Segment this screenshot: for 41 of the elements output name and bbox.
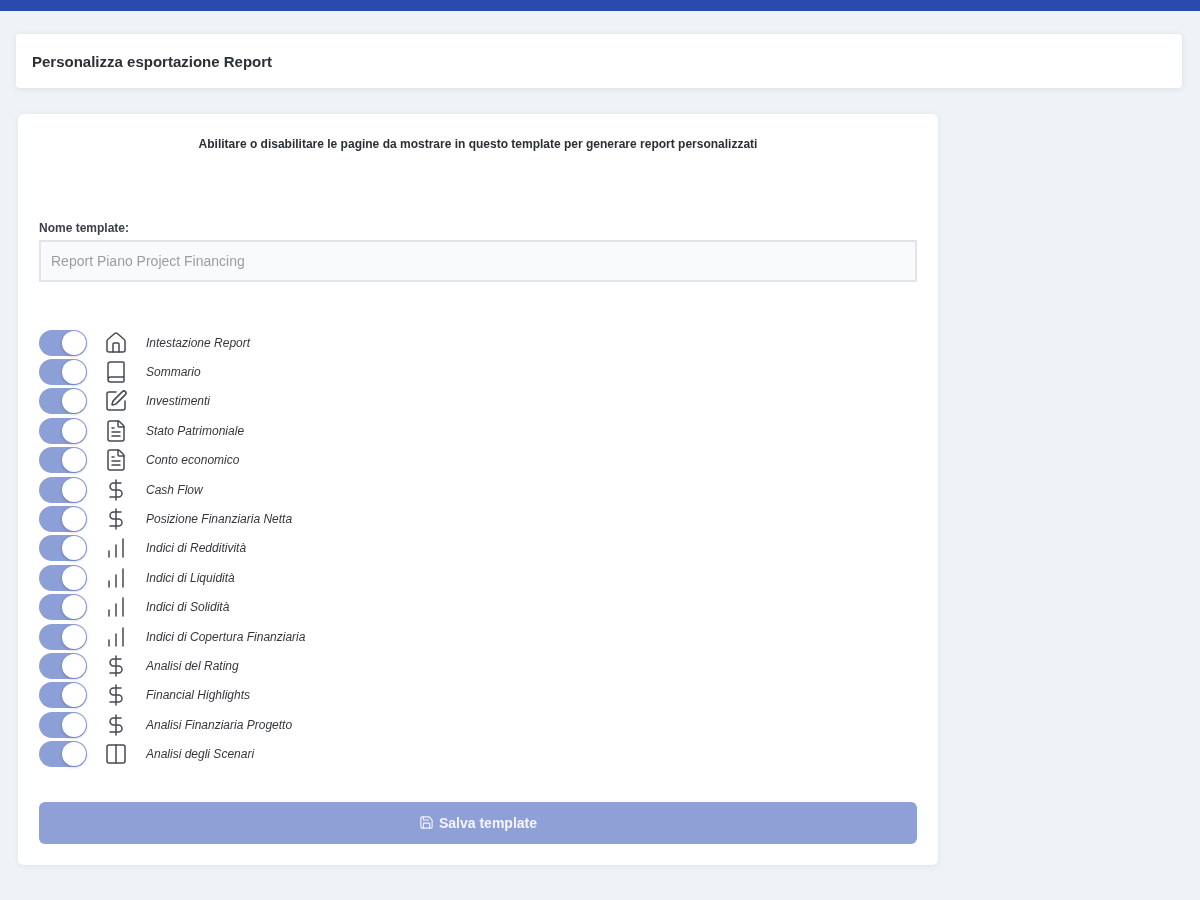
save-icon [418,815,434,831]
page-title: Personalizza esportazione Report [32,52,273,70]
toggle-switch[interactable] [39,329,87,356]
page-label: Stato Patrimoniale [146,423,245,438]
book-icon [104,360,128,385]
house-icon [104,330,128,355]
document-icon [104,448,128,473]
toggle-switch[interactable] [39,506,87,533]
toggle-switch[interactable] [39,535,87,562]
document-icon [104,418,128,443]
page-label: Intestazione Report [146,335,251,350]
template-name-field[interactable]: Report Piano Project Financing [39,240,917,282]
toggle-switch[interactable] [39,359,87,386]
page-label: Analisi del Rating [146,659,239,673]
page-label: Investimenti [146,394,211,409]
toggle-switch[interactable] [39,623,87,650]
toggle-switch[interactable] [39,682,87,709]
page-label: Indici di Liquidità [146,570,235,585]
page-label: Indici di Redditività [146,541,247,556]
page-label: Financial Highlights [146,688,251,703]
pencil-square-icon [104,389,128,414]
columns-icon [104,742,128,767]
page-label: Indici di Solidità [146,600,230,615]
page-label: Cash Flow [146,482,203,497]
intro-text: Abilitare o disabilitare le pagine da mostrare in questo template per generare report personalizzati [197,136,759,152]
page-label: Indici di Copertura Finanziaria [146,629,306,644]
toggle-switch[interactable] [39,447,87,474]
toggle-switch[interactable] [39,711,87,738]
toggle-switch[interactable] [39,388,87,415]
toggle-switch[interactable] [39,741,87,768]
toggle-switch[interactable] [39,653,87,679]
page-label: Conto economico [146,453,240,468]
page-label: Analisi Finanziaria Progetto [146,717,293,732]
field-label: Nome template: [39,220,130,236]
page-label: Posizione Finanziaria Netta [146,512,293,527]
toggle-switch[interactable] [39,594,87,621]
toggle-switch[interactable] [39,476,87,503]
page-label: Sommario [146,365,201,380]
page-label: Analisi degli Scenari [146,747,255,762]
toggle-switch[interactable] [39,417,87,444]
toggle-switch[interactable] [39,564,87,591]
